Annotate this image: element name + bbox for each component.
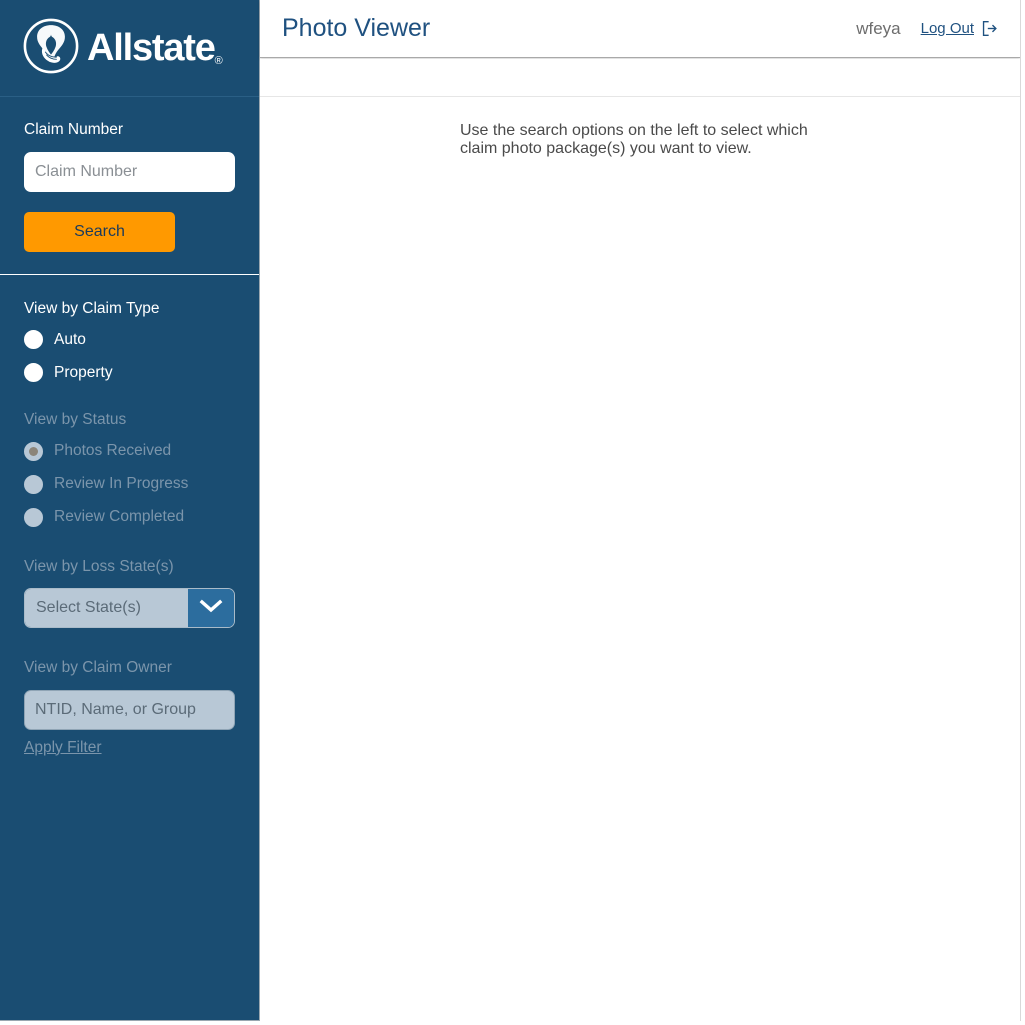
radio-label-review-in-progress: Review In Progress — [54, 475, 189, 493]
status-section: View by Status Photos Received Review In… — [0, 382, 259, 527]
registered-mark: ® — [214, 55, 223, 67]
brand-wordmark: Allstate® — [87, 29, 223, 67]
radio-claim-type-property[interactable]: Property — [24, 363, 235, 382]
loss-state-dropdown-toggle[interactable] — [188, 589, 234, 627]
radio-label-auto: Auto — [54, 330, 86, 348]
sidebar: Allstate® Claim Number Search View by Cl… — [0, 0, 260, 1021]
claim-search-section: Claim Number Search — [0, 97, 259, 252]
claim-number-input[interactable] — [24, 151, 235, 192]
bottom-gutter — [0, 1021, 1025, 1025]
radio-icon-review-in-progress — [24, 474, 43, 494]
status-label: View by Status — [24, 411, 127, 428]
claim-owner-section: View by Claim Owner Apply Filter — [0, 628, 259, 757]
radio-status-review-completed: Review Completed — [24, 507, 235, 527]
photo-viewer-app: Allstate® Claim Number Search View by Cl… — [0, 0, 1025, 1025]
radio-icon-auto[interactable] — [24, 330, 43, 349]
claim-number-label: Claim Number — [24, 121, 124, 138]
logout-button[interactable]: Log Out — [921, 20, 998, 37]
right-gutter — [1020, 0, 1025, 1025]
toolbar-strip — [260, 59, 1020, 97]
loss-state-section: View by Loss State(s) Select State(s) — [0, 527, 259, 628]
loss-state-label: View by Loss State(s) — [24, 557, 174, 575]
claim-owner-input[interactable] — [24, 689, 235, 730]
logout-arrow-icon — [981, 20, 998, 37]
radio-claim-type-auto[interactable]: Auto — [24, 330, 235, 349]
brand-logo[interactable]: Allstate® — [0, 0, 259, 97]
empty-state-message: Use the search options on the left to se… — [460, 122, 808, 158]
allstate-good-hands-icon — [22, 17, 80, 80]
radio-icon-review-completed — [24, 507, 43, 527]
claim-owner-label: View by Claim Owner — [24, 659, 172, 676]
loss-state-dropdown[interactable]: Select State(s) — [24, 588, 235, 628]
logout-label: Log Out — [920, 20, 974, 37]
radio-status-photos-received: Photos Received — [24, 441, 235, 461]
radio-label-review-completed: Review Completed — [54, 508, 185, 526]
page-header: Photo Viewer wfeya Log Out — [260, 0, 1020, 58]
radio-label-photos-received: Photos Received — [54, 442, 172, 460]
header-user-area: wfeya Log Out — [856, 19, 998, 39]
apply-filter-link[interactable]: Apply Filter — [24, 739, 102, 757]
loss-state-selected-value: Select State(s) — [25, 589, 188, 627]
search-button[interactable]: Search — [24, 211, 175, 252]
claim-type-section: View by Claim Type Auto Property — [0, 275, 259, 382]
claim-type-label: View by Claim Type — [24, 299, 160, 317]
radio-status-review-in-progress: Review In Progress — [24, 474, 235, 494]
radio-label-property: Property — [54, 363, 113, 381]
main-content: Use the search options on the left to se… — [260, 97, 1025, 1025]
page-title: Photo Viewer — [282, 14, 431, 42]
username-label: wfeya — [856, 18, 901, 38]
radio-icon-property[interactable] — [24, 363, 43, 382]
chevron-down-icon — [199, 598, 223, 619]
brand-name: Allstate — [87, 27, 216, 69]
radio-icon-photos-received — [24, 441, 43, 461]
